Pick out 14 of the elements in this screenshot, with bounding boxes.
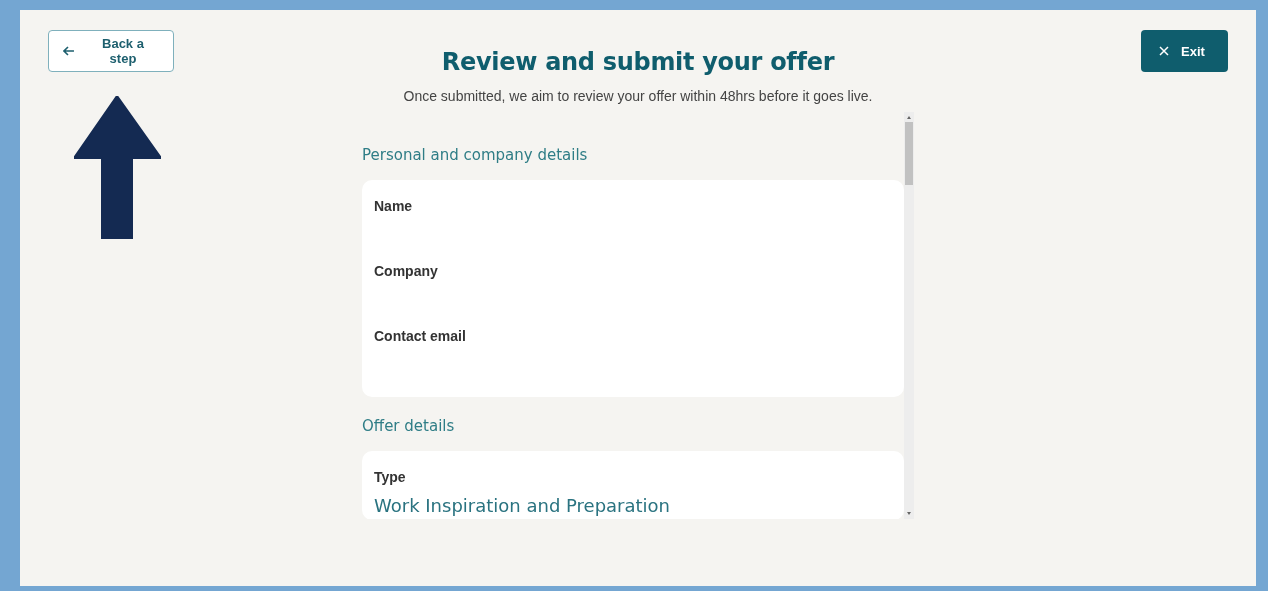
field-label: Contact email xyxy=(374,328,467,344)
field-label: Name xyxy=(374,198,414,214)
field-value: Work Inspiration and Preparation xyxy=(374,495,672,516)
exit-button[interactable]: Exit xyxy=(1141,30,1228,72)
subtitle: Once submitted, we aim to review your offer within 48hrs before it goes live. xyxy=(403,88,873,104)
arrow-left-icon xyxy=(63,46,75,56)
field-label: Type xyxy=(374,469,407,485)
section-heading: Offer details xyxy=(362,417,456,435)
scrollbar[interactable] xyxy=(904,112,914,519)
page-title: Review and submit your offer xyxy=(441,48,835,76)
field-label: Company xyxy=(374,263,439,279)
section-heading: Personal and company details xyxy=(362,146,589,164)
back-button[interactable]: Back a step xyxy=(48,30,174,72)
close-icon xyxy=(1159,46,1169,56)
